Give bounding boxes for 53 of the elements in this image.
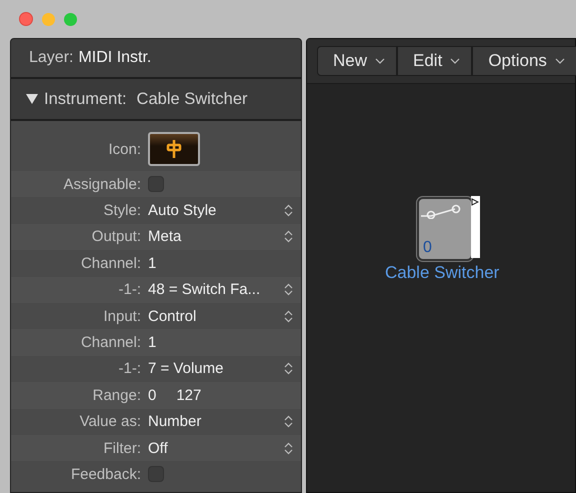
- field-label: Filter:: [102, 440, 141, 457]
- field-label: Assignable:: [62, 176, 141, 193]
- stepper-arrows-icon: [284, 362, 293, 376]
- stepper-arrows-icon: [284, 442, 293, 455]
- field-label: Range:: [92, 386, 141, 404]
- chevron-down-icon: [450, 58, 460, 64]
- disclosure-triangle-icon[interactable]: [26, 94, 38, 104]
- field-value[interactable]: 1: [148, 334, 156, 352]
- menu-button[interactable]: New: [317, 46, 398, 76]
- field-label: -1-:: [118, 360, 141, 378]
- field-value[interactable]: 1: [148, 254, 156, 272]
- minimize-button[interactable]: [42, 12, 55, 26]
- stepper-arrows-icon: [284, 283, 293, 296]
- object-name[interactable]: Cable Switcher: [385, 263, 500, 283]
- popup-menu[interactable]: Control: [148, 308, 284, 325]
- chevron-down-icon: [375, 58, 386, 64]
- object-value: 0: [423, 239, 432, 257]
- popup-menu[interactable]: Meta: [148, 228, 284, 246]
- outlet-arrow-icon: [471, 198, 479, 206]
- popup-menu[interactable]: Number: [148, 413, 284, 430]
- layer-label: Layer:: [29, 49, 74, 67]
- instrument-label: Instrument:: [44, 90, 127, 108]
- stepper-arrows-icon: [284, 310, 293, 323]
- stepper-arrows-icon: [284, 204, 293, 218]
- popup-menu[interactable]: Off: [148, 440, 284, 457]
- close-button[interactable]: [19, 12, 33, 26]
- field-label: Channel:: [80, 254, 141, 272]
- field-label: Style:: [102, 202, 141, 220]
- popup-menu[interactable]: 7 = Volume: [148, 360, 284, 378]
- zoom-button[interactable]: [64, 12, 77, 26]
- field-label: -1-:: [118, 281, 141, 298]
- menu-button[interactable]: Options: [472, 46, 576, 76]
- field-label: Output:: [90, 228, 141, 246]
- menu-button[interactable]: Edit: [397, 46, 472, 76]
- checkbox[interactable]: [148, 466, 164, 482]
- field-label: Value as:: [78, 413, 141, 430]
- field-label: Input:: [102, 308, 141, 325]
- switch-icon: [421, 203, 461, 219]
- checkbox[interactable]: [148, 176, 164, 192]
- field-label: Icon:: [107, 140, 141, 158]
- field-label: Feedback:: [70, 466, 141, 483]
- instrument-value: Cable Switcher: [136, 90, 248, 108]
- stepper-arrows-icon: [284, 230, 293, 244]
- popup-menu[interactable]: Auto Style: [148, 202, 284, 220]
- chevron-down-icon: [554, 58, 565, 64]
- field-label: Channel:: [80, 334, 141, 352]
- range-max-value[interactable]: 127: [176, 386, 202, 404]
- range-min-value[interactable]: 0: [148, 386, 156, 404]
- popup-menu[interactable]: 48 = Switch Fa...: [148, 281, 284, 298]
- stepper-arrows-icon: [284, 415, 293, 428]
- layer-value: MIDI Instr.: [78, 49, 152, 67]
- fader-icon: [164, 139, 184, 159]
- instrument-icon-button[interactable]: [148, 132, 200, 166]
